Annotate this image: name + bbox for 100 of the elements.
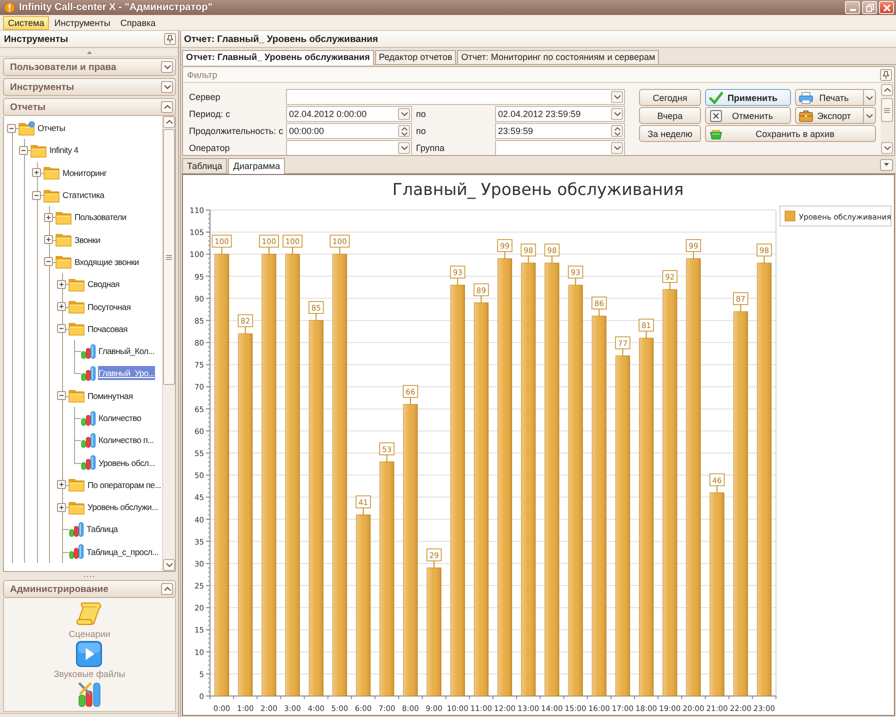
folder-icon [18,120,34,136]
minus-box-icon[interactable] [44,257,53,266]
tree-item[interactable]: Статистика [62,188,106,202]
dropdown-button[interactable] [398,108,410,120]
minus-box-icon[interactable] [57,324,66,334]
tree-item[interactable]: Отчеты [36,121,66,136]
tree-item[interactable]: Таблица [86,522,119,536]
tree-item[interactable]: Уровень обсл... [98,456,156,470]
collapse-button[interactable] [161,101,173,113]
tree-item[interactable]: Главный_Кол... [98,344,156,358]
period-button[interactable]: Вчера [639,107,701,124]
x-box-icon [709,110,723,122]
restore-button[interactable] [862,1,877,14]
menu-item[interactable]: Система [3,16,50,30]
plus-box-icon[interactable] [44,235,53,244]
period-button[interactable]: За неделю [639,125,701,142]
export-button[interactable]: Экспорт [795,107,864,124]
print-button[interactable]: Печать [795,89,864,106]
collapse-button[interactable] [161,81,173,93]
tab[interactable]: Отчет: Мониторинг по состояниям и серверам [457,50,660,64]
group-header[interactable]: Инструменты [3,78,176,96]
scroll-down-button[interactable] [881,142,893,154]
period-button[interactable]: Сегодня [639,89,701,106]
pin-button[interactable] [880,68,892,80]
archive-button[interactable]: Сохранить в архив [705,125,876,142]
group-header[interactable]: Администрирование [3,580,176,598]
scrollbar-thumb[interactable] [163,129,175,385]
spin-button[interactable] [398,125,410,137]
menu-item[interactable]: Справка [115,16,161,30]
tree-item[interactable]: Пользователи [74,210,128,224]
field-label: Сервер [189,92,222,102]
bar-chart-icon [80,366,96,381]
collapse-button[interactable] [161,61,173,73]
tree-item[interactable]: Мониторинг [62,166,108,180]
minimize-button[interactable] [845,1,860,14]
tree-item[interactable]: Количество [98,411,142,425]
plus-box-icon[interactable] [57,280,66,289]
tree-item[interactable]: По операторам пе... [86,478,162,492]
close-icon [882,4,890,12]
grip-icon [166,254,172,260]
tree-item[interactable]: Входящие звонки [74,254,140,269]
plus-box-icon[interactable] [32,168,41,178]
tree-item[interactable]: Уровень обслужи... [86,500,159,514]
tree-item[interactable]: Количество п... [98,433,155,448]
plus-box-icon[interactable] [44,212,53,222]
tree-item[interactable]: Звонки [74,232,102,247]
cancel-button[interactable]: Отменить [705,107,791,124]
pin-button[interactable] [164,33,176,45]
dropdown-button[interactable] [864,107,876,124]
folder-icon [54,254,72,270]
dropdown-button[interactable] [611,108,623,120]
tree-item[interactable]: Посуточная [86,300,132,314]
plus-box-icon[interactable] [57,502,66,512]
chart-title: Главный_ Уровень обслуживания [392,180,684,199]
tab[interactable]: Таблица [182,158,228,173]
time-field[interactable]: 00:00:00 [286,123,412,139]
minus-box-icon[interactable] [19,146,28,155]
dropdown-button[interactable] [611,91,623,103]
time-field[interactable]: 23:59:59 [495,123,625,139]
collapse-button[interactable] [161,583,173,595]
scroll-up-button[interactable] [881,84,893,96]
date-field[interactable]: 02.04.2012 0:00:00 [286,106,412,122]
group-title: Инструменты [10,82,74,92]
tab[interactable]: Отчет: Главный_ Уровень обслуживания [182,50,374,65]
tab[interactable]: Диаграмма [228,158,286,174]
tab[interactable]: Редактор отчетов [374,50,456,64]
dropdown-button[interactable] [611,142,623,154]
pin-icon [883,70,889,78]
document-title: Отчет: Главный_ Уровень обслуживания [184,34,378,44]
field-label: по [415,108,427,120]
window-title: Infinity Call-center X - "Администратор" [19,2,212,13]
plus-box-icon[interactable] [57,302,66,312]
folder-icon [68,500,84,515]
minus-box-icon[interactable] [7,124,16,133]
minus-box-icon[interactable] [57,391,66,400]
chevron-up-icon [884,88,890,92]
group-header[interactable]: Отчеты [3,98,176,116]
menu-item[interactable]: Инструменты [49,16,116,30]
tree-item[interactable]: Сводная [86,277,120,292]
chevron-up-icon [166,120,172,124]
group-header[interactable]: Пользователи и права [3,58,176,76]
dropdown-button[interactable] [880,158,893,170]
plus-box-icon[interactable] [57,480,66,490]
date-field[interactable]: 02.04.2012 23:59:59 [495,106,625,122]
spin-button[interactable] [611,125,623,137]
tree-item[interactable]: Infinity 4 [48,143,80,158]
chevron-down-icon [866,114,873,118]
scroll-up-button[interactable] [163,116,175,128]
minus-box-icon[interactable] [32,190,41,200]
dropdown-button[interactable] [864,89,876,106]
apply-button[interactable]: Применить [705,89,791,106]
close-button[interactable] [879,1,894,14]
chevron-down-icon [166,563,172,567]
tree-item[interactable]: Поминутная [86,388,134,403]
app-icon [4,2,15,13]
scrollbar-thumb[interactable] [881,98,893,122]
tree-item[interactable]: Почасовая [86,322,128,336]
scroll-down-button[interactable] [163,559,175,571]
tree-item[interactable]: Таблица_с_просл... [86,544,160,559]
dropdown-button[interactable] [398,142,410,154]
